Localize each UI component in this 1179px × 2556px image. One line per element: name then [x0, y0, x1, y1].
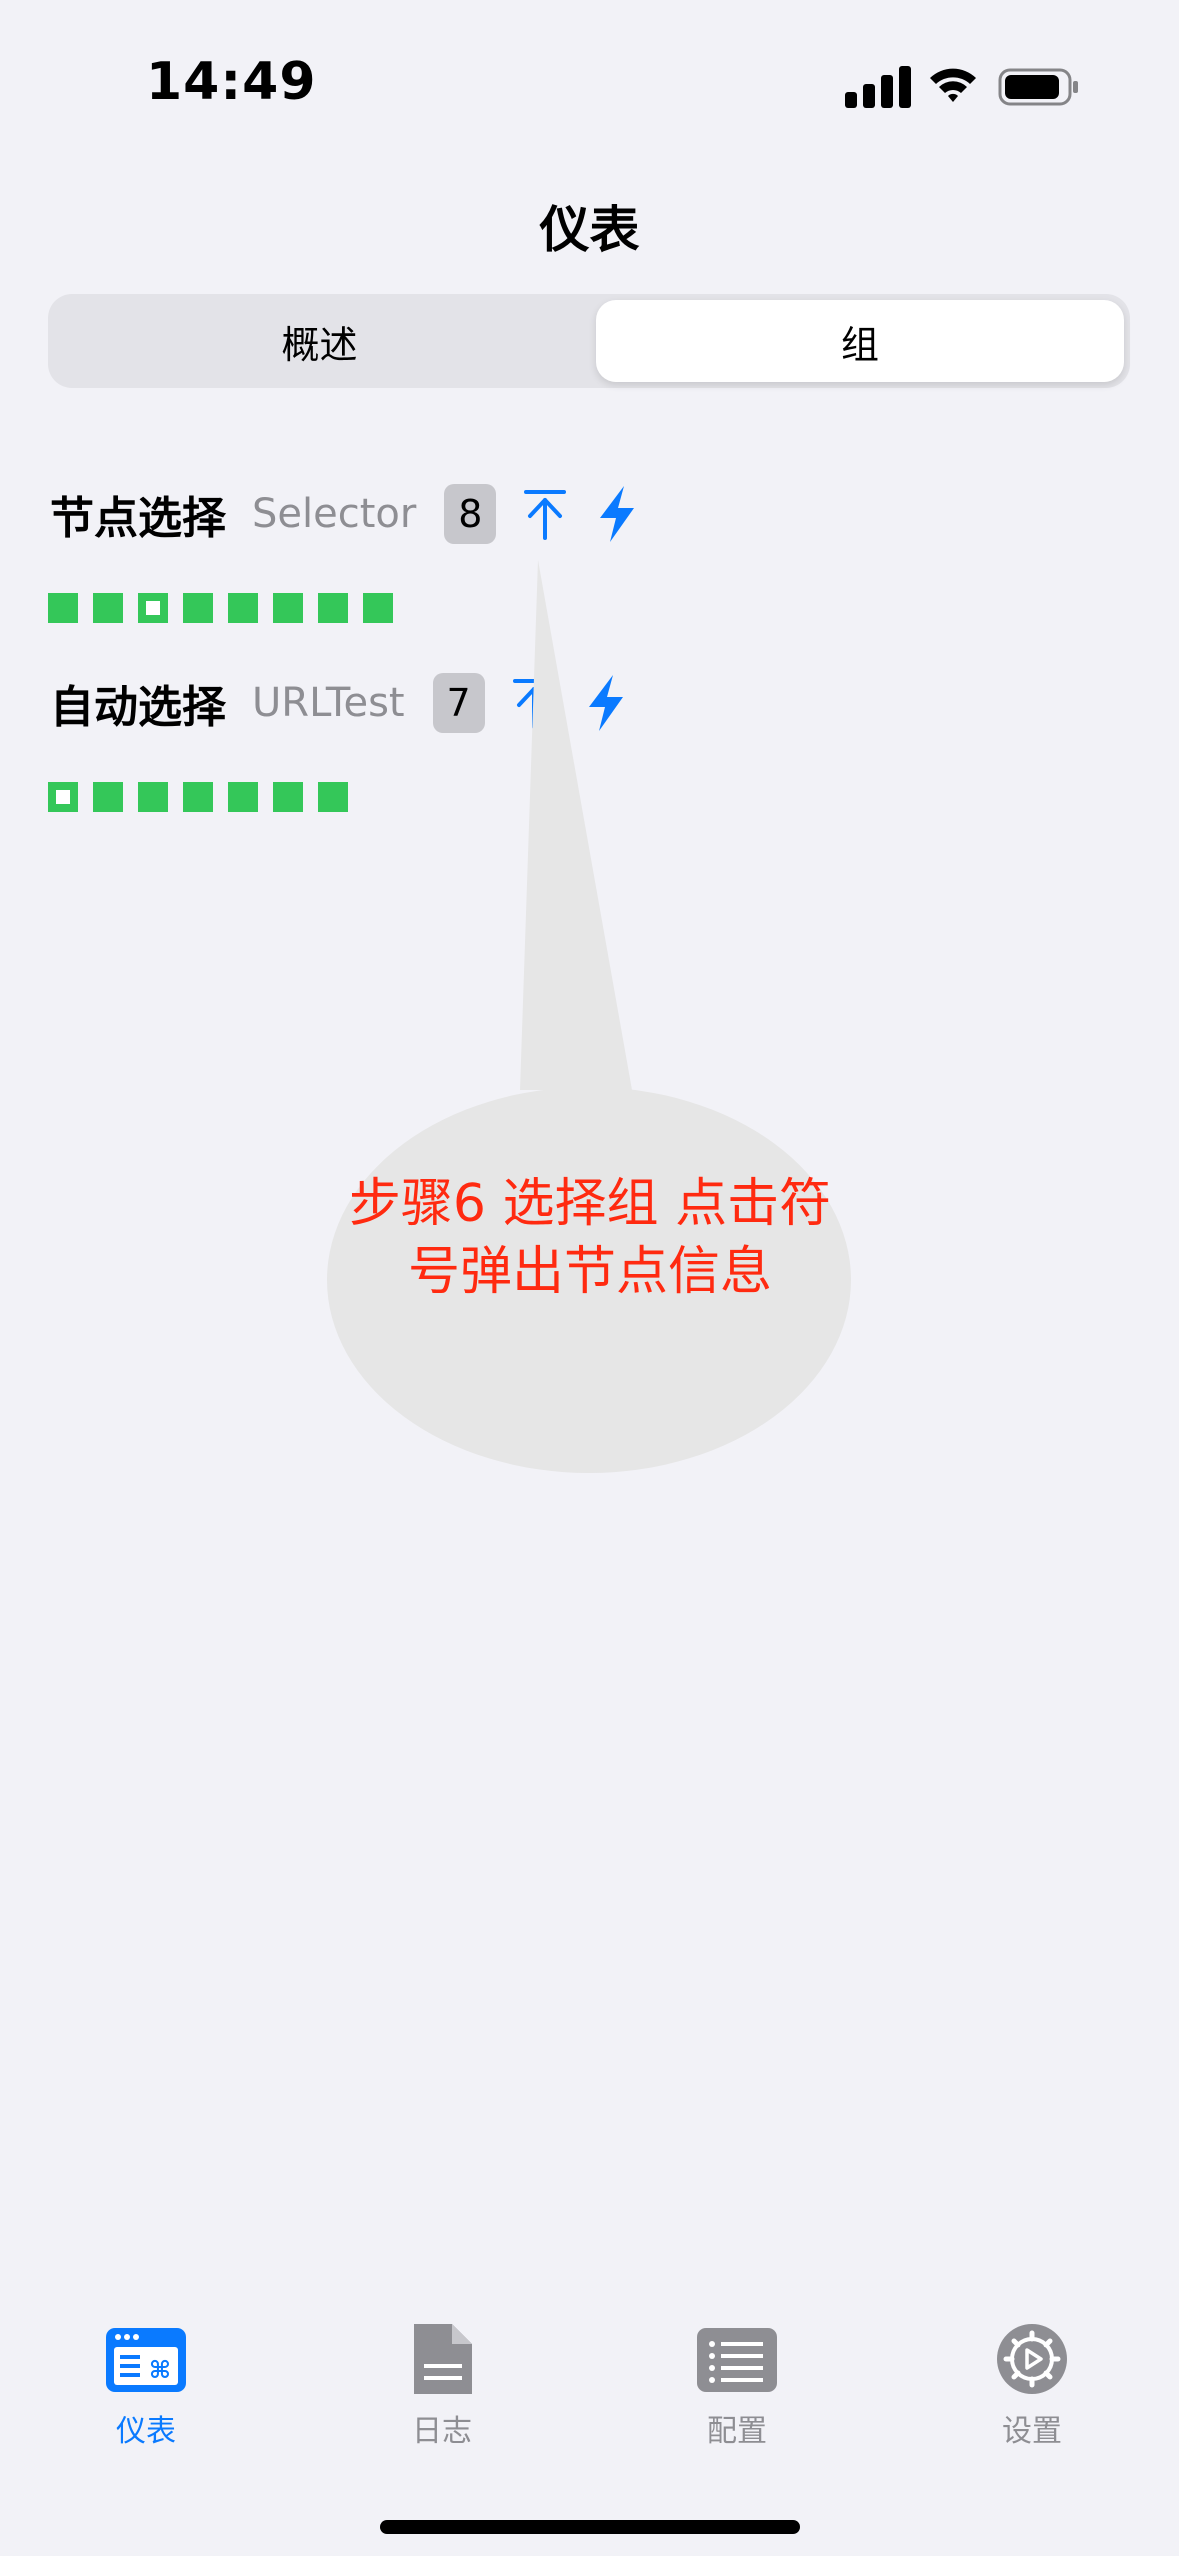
svg-text:⌘: ⌘	[149, 2356, 171, 2384]
tab-label: 配置	[707, 2414, 767, 2449]
tab-profiles[interactable]: 配置	[652, 2320, 822, 2450]
tab-label: 仪表	[116, 2414, 176, 2449]
list-icon	[695, 2320, 779, 2398]
tab-dashboard[interactable]: ⌘ 仪表	[61, 2320, 231, 2450]
home-indicator	[380, 2520, 800, 2534]
tab-label: 日志	[412, 2414, 472, 2449]
annotation-text: 步骤6 选择组 点击符号弹出节点信息	[348, 1174, 832, 1302]
tab-label: 设置	[1002, 2414, 1062, 2449]
tab-logs[interactable]: 日志	[357, 2320, 527, 2450]
dashboard-icon: ⌘	[104, 2320, 188, 2398]
document-icon	[400, 2320, 484, 2398]
tab-settings[interactable]: 设置	[947, 2320, 1117, 2450]
gear-icon	[990, 2320, 1074, 2398]
